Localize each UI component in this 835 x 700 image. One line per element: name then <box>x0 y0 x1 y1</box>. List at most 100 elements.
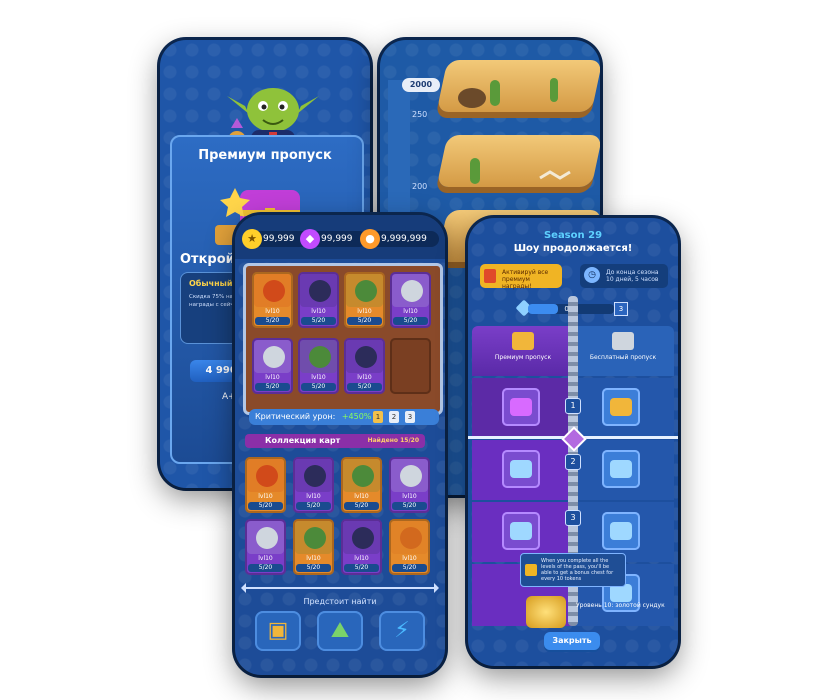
card-art <box>391 521 428 554</box>
card-art <box>295 459 332 492</box>
card-level: lvl10 <box>402 493 417 500</box>
card-art <box>300 340 337 373</box>
hero-card[interactable]: lvl10 5/20 <box>245 457 286 513</box>
free-column-label: Бесплатный пропуск <box>589 354 657 361</box>
card-level: lvl10 <box>403 308 418 315</box>
chest-button[interactable]: ▣ <box>255 611 301 651</box>
card-progress: 5/20 <box>301 317 336 325</box>
card-level: lvl10 <box>357 308 372 315</box>
card-progress: 5/20 <box>393 317 428 325</box>
card-art <box>254 274 291 307</box>
card-art <box>346 274 383 307</box>
gem-icon: ◆ <box>300 229 320 249</box>
crit-damage-bar: Критический урон: +450% 1 2 3 <box>249 409 439 425</box>
card-art <box>295 521 332 554</box>
resource-bar: ★ 99,999 ◆ 99,999 ● 9,999,999 <box>235 215 445 259</box>
card-progress: 5/20 <box>296 564 331 572</box>
hero-portrait-icon <box>355 280 377 302</box>
card-level: lvl10 <box>265 308 280 315</box>
reward-chest[interactable] <box>502 450 540 488</box>
cards-screen: ★ 99,999 ◆ 99,999 ● 9,999,999 lvl10 5/20 l… <box>235 215 445 675</box>
card-level: lvl10 <box>354 555 369 562</box>
info-icon <box>525 564 537 576</box>
activate-premium-box[interactable]: Активируй все премиум награды! <box>480 264 562 290</box>
card-progress: 5/20 <box>248 502 283 510</box>
collection-count: Найдено 15/20 <box>367 437 419 444</box>
card-level: lvl10 <box>354 493 369 500</box>
chest-icon <box>610 460 632 478</box>
crit-pill[interactable]: 2 <box>389 411 399 423</box>
hero-card[interactable]: lvl10 5/20 <box>341 519 382 575</box>
card-level: lvl10 <box>258 493 273 500</box>
premium-ticket-icon <box>484 269 496 283</box>
hero-portrait-icon <box>304 527 326 549</box>
gold-crown-icon <box>512 332 534 350</box>
map-button[interactable]: ⛰ <box>317 611 363 651</box>
crit-pill[interactable]: 1 <box>373 411 383 423</box>
reward-chest[interactable] <box>502 512 540 550</box>
premium-column-label: Премиум пропуск <box>494 354 552 361</box>
card-progress: 5/20 <box>392 564 427 572</box>
season-pass-screen: Season 29 Шоу продолжается! Активируй вс… <box>468 218 678 666</box>
cards-button[interactable]: ⚡ <box>379 611 425 651</box>
clock-icon: ◷ <box>584 267 600 283</box>
hero-card[interactable]: lvl10 5/20 <box>252 338 293 394</box>
close-button[interactable]: Закрыть <box>544 632 600 650</box>
hero-portrait-icon <box>309 346 331 368</box>
hero-card[interactable]: lvl10 5/20 <box>252 272 293 328</box>
reward-chest[interactable] <box>602 450 640 488</box>
footer-text: А+ <box>222 392 236 402</box>
gold-chest-text: Уровень 10: золотой сундук <box>576 602 665 609</box>
card-art <box>392 274 429 307</box>
level-badge: 2000 <box>402 78 440 92</box>
resource-value: 9,999,999 <box>381 234 427 244</box>
season-timer-box: ◷ До конца сезона 10 дней, 5 часов <box>580 264 668 288</box>
card-art <box>343 521 380 554</box>
hero-card[interactable]: lvl10 5/20 <box>341 457 382 513</box>
star-icon: ★ <box>242 229 262 249</box>
hero-portrait-icon <box>256 465 278 487</box>
card-progress: 5/20 <box>296 502 331 510</box>
reward-gems[interactable] <box>502 388 540 426</box>
hero-card[interactable]: lvl10 5/20 <box>344 272 385 328</box>
hero-portrait-icon <box>400 527 422 549</box>
hero-portrait-icon <box>263 280 285 302</box>
reward-coins[interactable] <box>602 388 640 426</box>
gold-chest-icon <box>526 596 566 628</box>
hero-card[interactable]: lvl10 5/20 <box>298 338 339 394</box>
coming-soon-label: Предстоит найти <box>303 597 377 606</box>
hero-card[interactable]: lvl10 5/20 <box>389 519 430 575</box>
resource-value: 99,999 <box>321 234 353 244</box>
silver-crown-icon <box>612 332 634 350</box>
crit-label: Критический урон: <box>255 412 336 421</box>
scroll-arrow[interactable] <box>241 583 439 593</box>
reward-chest[interactable] <box>602 512 640 550</box>
crit-pill[interactable]: 3 <box>405 411 415 423</box>
card-progress: 5/20 <box>347 383 382 391</box>
card-level: lvl10 <box>311 308 326 315</box>
card-progress: 5/20 <box>344 502 379 510</box>
chest-icon <box>510 522 532 540</box>
level-label: 200 <box>412 182 428 191</box>
card-board: lvl10 5/20 lvl10 5/20 lvl10 5/20 lvl10 5/20 lvl1… <box>243 263 443 415</box>
hero-card[interactable]: lvl10 5/20 <box>389 457 430 513</box>
resource-value: 99,999 <box>263 234 295 244</box>
card-level: lvl10 <box>311 374 326 381</box>
hero-portrait-icon <box>400 465 422 487</box>
hero-card[interactable]: lvl10 5/20 <box>245 519 286 575</box>
card-art <box>247 459 284 492</box>
hero-card[interactable]: lvl10 5/20 <box>344 338 385 394</box>
hero-card[interactable]: lvl10 5/20 <box>293 519 334 575</box>
hero-card[interactable]: lvl10 5/20 <box>293 457 334 513</box>
card-art <box>346 340 383 373</box>
hero-card[interactable]: lvl10 5/20 <box>390 272 431 328</box>
cards-icon: ⚡ <box>394 618 410 643</box>
card-level: lvl10 <box>258 555 273 562</box>
season-label: Season 29 <box>543 230 603 241</box>
hero-portrait-icon <box>263 346 285 368</box>
card-level: lvl10 <box>402 555 417 562</box>
hero-portrait-icon <box>304 465 326 487</box>
card-level: lvl10 <box>306 555 321 562</box>
hero-card[interactable]: lvl10 5/20 <box>298 272 339 328</box>
coin-icon: ● <box>360 229 380 249</box>
